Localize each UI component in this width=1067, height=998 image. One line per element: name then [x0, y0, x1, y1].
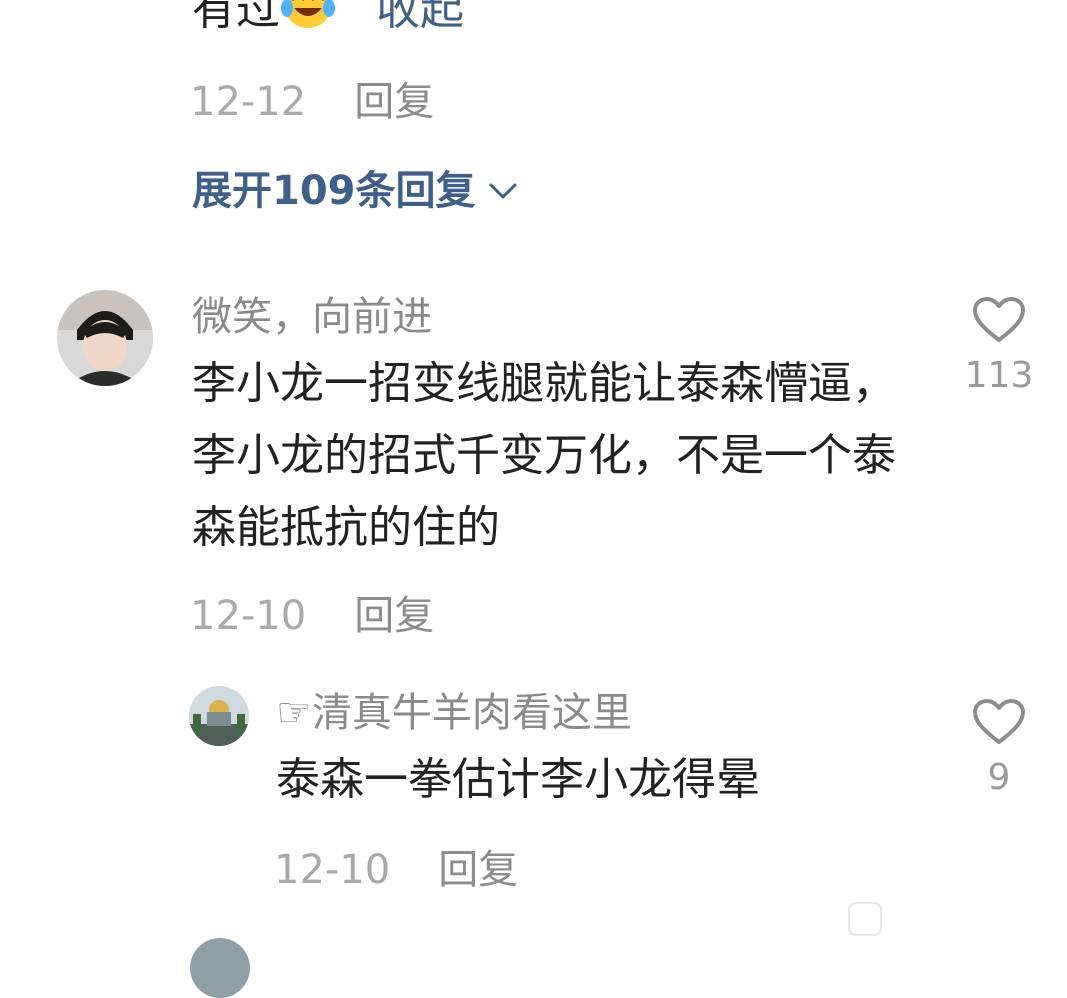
collapse-link[interactable]: 收起	[376, 0, 464, 35]
reply-meta: 12-10 回复	[274, 846, 518, 894]
like-button[interactable]: 9	[954, 698, 1044, 800]
comment-text: 李小龙一招变线腿就能让泰森懵逼，李小龙的招式千变万化，不是一个泰森能抵抗的住的	[192, 358, 896, 553]
next-reply-avatar[interactable]	[190, 938, 250, 998]
comment-meta: 12-12 回复	[190, 78, 434, 126]
like-count: 113	[964, 355, 1034, 396]
reply-button[interactable]: 回复	[354, 593, 434, 639]
reply-button[interactable]: 回复	[438, 847, 518, 893]
reply-text: 泰森一拳估计李小龙得晕	[276, 754, 760, 805]
comment-date: 12-12	[190, 79, 307, 125]
expand-replies-label: 展开109条回复	[192, 168, 476, 214]
reply-username-text: ☞清真牛羊肉看这里	[276, 690, 632, 736]
reply-date: 12-10	[274, 847, 391, 893]
like-count: 9	[987, 757, 1011, 798]
comment-username[interactable]: 微笑，向前进	[192, 292, 432, 342]
reply-username[interactable]: ☞清真牛羊肉看这里	[276, 688, 632, 738]
expand-replies-button[interactable]: 展开109条回复	[192, 166, 518, 216]
comment-text-fragment: 有过	[192, 0, 280, 35]
comment-meta: 12-10 回复	[190, 592, 434, 640]
watermark-icon	[848, 902, 882, 936]
reply-button[interactable]: 回复	[354, 79, 434, 125]
chevron-down-icon	[489, 183, 516, 199]
heart-icon	[973, 297, 1025, 342]
heart-icon	[973, 699, 1025, 744]
comment-date: 12-10	[190, 593, 307, 639]
avatar[interactable]	[57, 290, 153, 386]
like-button[interactable]: 113	[954, 296, 1044, 398]
laughing-crying-emoji-icon	[280, 0, 336, 28]
reply-avatar[interactable]	[189, 686, 249, 746]
comment-text-tail: 有过 收起	[192, 0, 464, 40]
